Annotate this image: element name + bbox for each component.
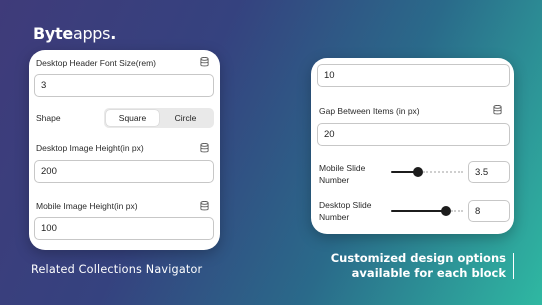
mobile-slide-number-input[interactable]: 3.5 <box>468 161 510 183</box>
desktop-slide-number-input[interactable]: 8 <box>468 200 510 222</box>
right-settings-panel: 10 Gap Between Items (in px) 20 Mobile S… <box>311 58 514 234</box>
slider-thumb[interactable] <box>441 206 451 216</box>
mobile-slide-slider[interactable] <box>391 166 463 178</box>
left-settings-panel: Desktop Header Font Size(rem) 3 Shape Sq… <box>29 50 220 250</box>
database-icon[interactable] <box>200 201 209 211</box>
right-caption: Customized design options available for … <box>331 251 506 281</box>
top-value-input[interactable]: 10 <box>317 64 510 87</box>
slider-track-empty <box>423 171 463 173</box>
right-caption-line2: available for each block <box>351 266 506 280</box>
right-caption-line1: Customized design options <box>330 251 506 265</box>
mobile-image-height-input[interactable]: 100 <box>34 217 214 240</box>
caption-divider <box>513 253 514 279</box>
database-icon[interactable] <box>200 57 209 67</box>
slider-track-filled <box>391 210 446 212</box>
mobile-image-height-label: Mobile Image Height(in px) <box>36 201 138 211</box>
brand-logo: Byteapps. <box>33 24 116 43</box>
database-icon[interactable] <box>200 143 209 153</box>
shape-option-square[interactable]: Square <box>106 110 159 126</box>
brand-dot: . <box>110 24 116 43</box>
header-font-size-input[interactable]: 3 <box>34 74 214 97</box>
shape-option-circle[interactable]: Circle <box>159 110 212 126</box>
desktop-slide-slider[interactable] <box>391 205 463 217</box>
slider-track-empty <box>451 210 463 212</box>
desktop-slide-label-line1: Desktop Slide <box>319 200 372 210</box>
brand-light-text: apps <box>72 24 111 43</box>
header-font-size-label: Desktop Header Font Size(rem) <box>36 58 156 68</box>
shape-label: Shape <box>36 113 61 123</box>
brand-bold-text: Byte <box>33 24 73 43</box>
desktop-slide-number-label: Desktop Slide Number <box>319 199 371 223</box>
left-caption: Related Collections Navigator <box>31 263 203 276</box>
gap-between-items-input[interactable]: 20 <box>317 123 510 146</box>
mobile-slide-label-line1: Mobile Slide <box>319 163 366 173</box>
shape-segmented-control: Square Circle <box>104 108 214 128</box>
database-icon[interactable] <box>493 105 502 115</box>
desktop-image-height-label: Desktop Image Height(in px) <box>36 143 144 153</box>
mobile-slide-number-label: Mobile Slide Number <box>319 162 365 186</box>
desktop-slide-label-line2: Number <box>319 212 350 222</box>
slider-thumb[interactable] <box>413 167 423 177</box>
desktop-image-height-input[interactable]: 200 <box>34 160 214 183</box>
mobile-slide-label-line2: Number <box>319 175 350 185</box>
gap-between-items-label: Gap Between Items (in px) <box>319 106 420 116</box>
